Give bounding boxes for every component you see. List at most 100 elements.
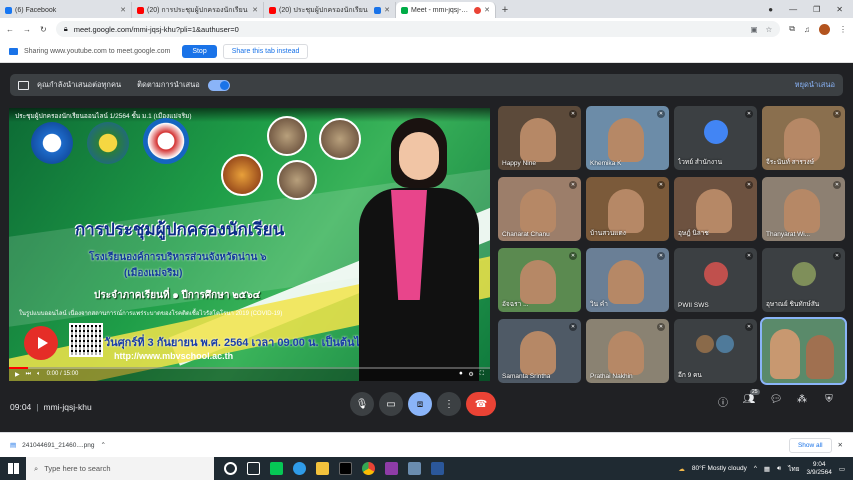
- meeting-details-icon[interactable]: ⓘ: [715, 394, 731, 409]
- winrar-icon[interactable]: [385, 462, 398, 475]
- minimize-button[interactable]: —: [789, 5, 797, 14]
- chat-icon[interactable]: 💬︎: [768, 394, 784, 405]
- tab-facebook[interactable]: (6) Facebook ✕: [0, 2, 132, 18]
- cortana-icon[interactable]: [224, 462, 237, 475]
- participant-tile[interactable]: ✕ Khemika K: [586, 106, 669, 170]
- tray-chevron-icon[interactable]: ^: [754, 465, 757, 472]
- fullscreen-icon[interactable]: ⛶: [480, 371, 484, 378]
- event-photo-3: [221, 154, 263, 196]
- mic-button[interactable]: 🎙︎: [350, 392, 374, 416]
- participant-tile[interactable]: ✕ อีก 9 คน: [674, 319, 757, 383]
- video-progress-bar[interactable]: [9, 367, 490, 369]
- omnibox[interactable]: 🔒︎ meet.google.com/mmi-jqsj-khu?pli=1&au…: [55, 21, 781, 37]
- mic-muted-icon: ✕: [833, 110, 841, 118]
- taskbar-clock[interactable]: 9:04 3/9/2564: [807, 461, 832, 477]
- word-icon[interactable]: [431, 462, 444, 475]
- participant-video: [520, 189, 556, 233]
- close-tab-icon[interactable]: ✕: [484, 6, 490, 14]
- participant-tile[interactable]: ✕ Happy Nine: [498, 106, 581, 170]
- tab-meet[interactable]: Meet - mmi-jqsj-khu ✕: [396, 2, 496, 18]
- youtube-icon: [137, 6, 144, 14]
- participant-tile[interactable]: ✕ อุษฎ์ นิลาช: [674, 177, 757, 241]
- media-control-icon[interactable]: ♫: [804, 25, 810, 34]
- present-button[interactable]: ⧈: [408, 392, 432, 416]
- participant-tile[interactable]: ✕ Samanta Srintha: [498, 319, 581, 383]
- line-app-icon[interactable]: [270, 462, 283, 475]
- close-window-button[interactable]: ✕: [836, 5, 843, 14]
- menu-kebab-icon[interactable]: ⋮: [839, 25, 847, 34]
- tab-search-icon[interactable]: ●: [768, 5, 773, 14]
- leave-call-button[interactable]: ☎︎: [466, 392, 496, 416]
- participant-tile[interactable]: ✕ Prathai Nakhin: [586, 319, 669, 383]
- close-download-bar-icon[interactable]: ✕: [838, 441, 843, 449]
- close-tab-icon[interactable]: ✕: [384, 6, 390, 14]
- participant-tile[interactable]: ✕ PWII SWS: [674, 248, 757, 312]
- participant-avatar: [696, 335, 714, 353]
- host-controls-icon[interactable]: ⛨: [821, 394, 837, 405]
- tab-youtube-2[interactable]: (20) ประชุมผู้ปกครองนักเรียน ✕: [264, 2, 396, 18]
- volume-icon[interactable]: 🔈︎: [37, 371, 41, 378]
- chevron-up-icon[interactable]: ⌃: [100, 441, 105, 449]
- stop-sharing-button[interactable]: Stop: [182, 44, 217, 58]
- autoplay-toggle-icon[interactable]: ⏺: [459, 371, 462, 378]
- close-tab-icon[interactable]: ✕: [252, 6, 258, 14]
- participant-tile[interactable]: ✕ Thanyarat Wi...: [762, 177, 845, 241]
- download-filename[interactable]: 241044691_21460....png: [22, 442, 94, 449]
- school-emblem-3: [143, 118, 189, 164]
- clock-time: 9:04: [812, 460, 826, 468]
- participant-tile[interactable]: ✕ อัจฉรา ...: [498, 248, 581, 312]
- forward-icon[interactable]: →: [23, 25, 31, 34]
- notifications-icon[interactable]: ▭: [839, 465, 845, 473]
- show-all-button[interactable]: Show all: [788, 437, 832, 453]
- tab-label: (20) ประชุมผู้ปกครองนักเรียน: [279, 6, 368, 14]
- taskbar-search[interactable]: ⌕ Type here to search: [26, 457, 214, 480]
- file-explorer-icon[interactable]: [316, 462, 329, 475]
- presenter-image: [349, 118, 479, 381]
- tab-youtube-1[interactable]: (20) การประชุมผู้ปกครองนักเรียน ✕: [132, 2, 264, 18]
- chrome-icon[interactable]: [362, 462, 375, 475]
- close-tab-icon[interactable]: ✕: [120, 6, 126, 14]
- participant-video: [520, 260, 556, 304]
- more-options-button[interactable]: ⋮: [437, 392, 461, 416]
- new-tab-button[interactable]: +: [496, 2, 514, 18]
- activities-icon[interactable]: ⁂: [794, 394, 810, 405]
- extensions-icon[interactable]: ⧉: [789, 24, 795, 34]
- participant-tile[interactable]: ✕ Chanarat Chanu: [498, 177, 581, 241]
- participant-video: [696, 189, 732, 233]
- share-screen-icon: [9, 47, 18, 55]
- back-icon[interactable]: ←: [6, 25, 14, 34]
- mic-muted-icon: ✕: [657, 181, 665, 189]
- camera-indicator-icon[interactable]: ▣: [750, 25, 757, 34]
- windows-start-icon[interactable]: [8, 463, 19, 474]
- play-icon[interactable]: ▶: [15, 371, 20, 378]
- task-view-icon[interactable]: [247, 462, 260, 475]
- self-view-tile[interactable]: [760, 317, 847, 385]
- language-indicator[interactable]: ไทย: [788, 464, 799, 474]
- follow-toggle[interactable]: [207, 79, 230, 91]
- maximize-button[interactable]: ❐: [813, 5, 820, 14]
- share-this-tab-button[interactable]: Share this tab instead: [222, 43, 309, 59]
- settings-gear-icon[interactable]: ⚙: [468, 371, 473, 378]
- next-icon[interactable]: ⏭: [26, 371, 31, 378]
- participant-tile[interactable]: ✕ อุษาณย์ ชินทักษ์สัน: [762, 248, 845, 312]
- photos-icon[interactable]: [408, 462, 421, 475]
- participant-tile[interactable]: ✕ บ้านสวนแดง: [586, 177, 669, 241]
- capcut-icon[interactable]: [339, 462, 352, 475]
- network-icon[interactable]: ▦: [764, 465, 770, 473]
- edge-icon[interactable]: [293, 462, 306, 475]
- presentation-stage[interactable]: ประชุมผู้ปกครองนักเรียนออนไลน์ 1/2564 ชั…: [9, 108, 490, 381]
- bookmark-star-icon[interactable]: ☆: [766, 25, 773, 34]
- mic-muted-icon: ✕: [745, 110, 753, 118]
- volume-tray-icon[interactable]: 🔊︎: [777, 465, 781, 473]
- participant-video: [608, 189, 644, 233]
- stop-presenting-button[interactable]: หยุดนำเสนอ: [795, 79, 835, 91]
- event-photo-4: [277, 160, 317, 200]
- participant-tile[interactable]: ✕ ไวทย์ สำนักงาน: [674, 106, 757, 170]
- people-icon[interactable]: 👥︎: [741, 394, 757, 405]
- profile-avatar[interactable]: [819, 23, 830, 35]
- weather-text[interactable]: 80°F Mostly cloudy: [692, 465, 747, 472]
- participant-tile[interactable]: ✕ จีระนันท์ สารวงษ์: [762, 106, 845, 170]
- participant-tile[interactable]: ✕ วิน คำ: [586, 248, 669, 312]
- reload-icon[interactable]: ↻: [40, 25, 47, 34]
- camera-button[interactable]: ▭: [379, 392, 403, 416]
